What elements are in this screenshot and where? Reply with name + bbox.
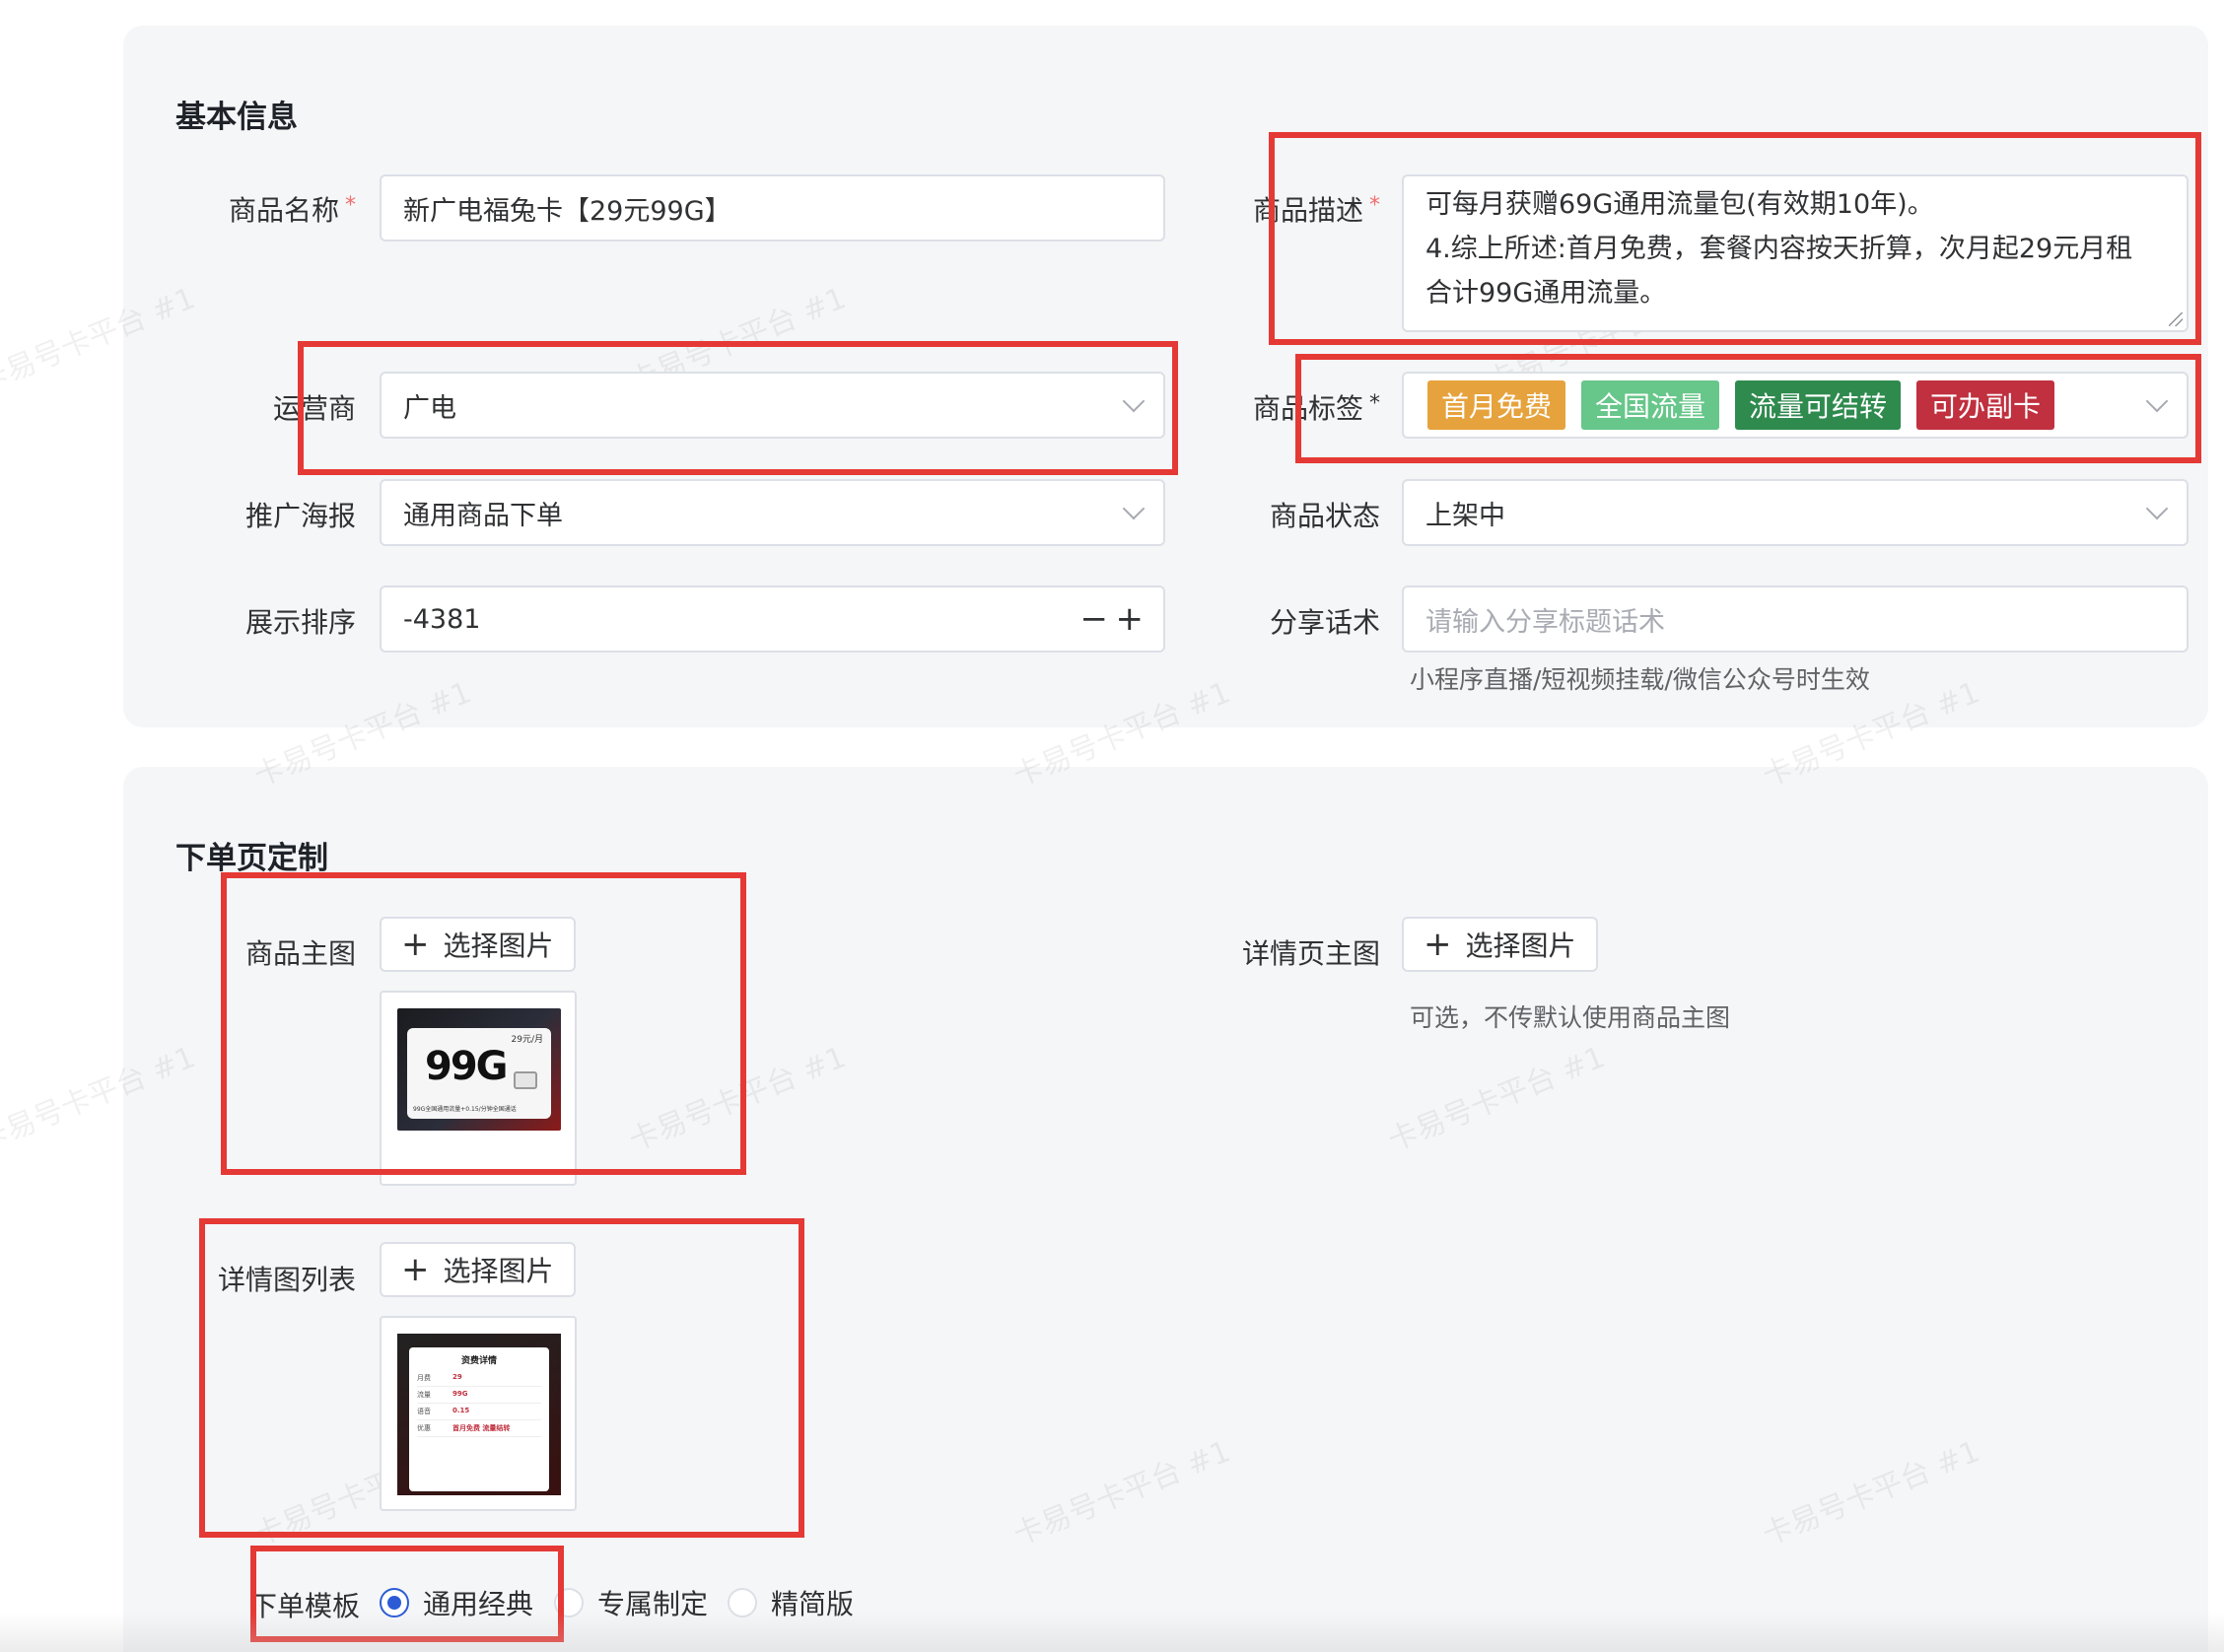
desc-line: 合计99G通用流量。 — [1425, 278, 1667, 309]
order-page-card — [123, 767, 2208, 1652]
sort-value: -4381 — [403, 603, 481, 635]
product-tag: 可办副卡 — [1916, 380, 2055, 430]
poster-label: 推广海报 — [244, 500, 356, 532]
product-tags-label-text: 商品标签 — [1252, 392, 1363, 425]
status-value: 上架中 — [1425, 500, 1505, 531]
sim-footer: 99G全国通用流量+0.15/分钟全国通话 — [413, 1106, 517, 1113]
product-name-label: 商品名称 * — [229, 189, 356, 229]
share-placeholder: 请输入分享标题话术 — [1425, 606, 1665, 638]
poster-select[interactable]: 通用商品下单 — [380, 479, 1165, 546]
bottom-fade — [0, 1613, 2224, 1652]
detail-image: 资费详情 月费 29 流量 99G 语音 0.15 优惠 首月免费 流量结转 — [397, 1334, 561, 1495]
chevron-down-icon — [1122, 389, 1146, 413]
status-select[interactable]: 上架中 — [1402, 479, 2189, 546]
product-tags-label: 商品标签 * — [1253, 387, 1380, 427]
required-mark: * — [1369, 193, 1380, 218]
select-image-label: 选择图片 — [443, 929, 554, 962]
section-title-order: 下单页定制 — [175, 841, 328, 876]
detail-row-key: 优惠 — [417, 1424, 431, 1432]
share-hint: 小程序直播/短视频挂载/微信公众号时生效 — [1410, 665, 1870, 694]
desc-line: 4.综上所述:首月免费，套餐内容按天折算，次月起29元月租 — [1425, 234, 2133, 264]
sim-card-image: 99G 29元/月 99G全国通用流量+0.15/分钟全国通话 — [397, 1008, 561, 1131]
detail-title: 资费详情 — [460, 1356, 497, 1366]
desc-line: 可每月获赠69G通用流量包(有效期10年)。 — [1425, 189, 1934, 220]
sim-headline: 99G — [425, 1044, 508, 1089]
detail-row-key: 流量 — [417, 1391, 431, 1399]
product-name-label-text: 商品名称 — [228, 194, 339, 227]
resize-handle-icon[interactable] — [2169, 312, 2183, 326]
detail-list-label: 详情图列表 — [217, 1264, 356, 1296]
detail-list-thumbnail[interactable]: 资费详情 月费 29 流量 99G 语音 0.15 优惠 首月免费 流量结转 — [380, 1316, 577, 1511]
detail-row-value: 首月免费 流量结转 — [452, 1424, 511, 1432]
detail-rows: 月费 29 流量 99G 语音 0.15 优惠 首月免费 流量结转 — [417, 1370, 541, 1437]
detail-row: 语音 0.15 — [417, 1404, 541, 1420]
operator-label: 运营商 — [272, 392, 356, 425]
sim-price: 29元/月 — [511, 1035, 544, 1045]
select-detail-main-image-button[interactable]: + 选择图片 — [1402, 917, 1598, 972]
product-name-value: 新广电福兔卡【29元99G】 — [403, 195, 731, 227]
sort-label: 展示排序 — [244, 606, 356, 639]
detail-row-key: 语音 — [417, 1408, 431, 1415]
plus-icon: + — [1424, 925, 1452, 964]
product-desc-label: 商品描述 * — [1253, 189, 1380, 229]
required-mark: * — [345, 193, 356, 218]
plus-icon: + — [401, 1250, 430, 1289]
main-image-label: 商品主图 — [244, 937, 356, 970]
detail-main-image-hint: 可选，不传默认使用商品主图 — [1410, 1003, 1731, 1032]
select-main-image-button[interactable]: + 选择图片 — [380, 917, 576, 972]
product-tag: 全国流量 — [1581, 380, 1720, 430]
sim-chip-icon — [514, 1071, 537, 1089]
product-tag: 流量可结转 — [1735, 380, 1902, 430]
detail-card: 资费详情 月费 29 流量 99G 语音 0.15 优惠 首月免费 流量结转 — [409, 1347, 549, 1491]
select-detail-list-button[interactable]: + 选择图片 — [380, 1242, 576, 1297]
detail-row-value: 29 — [452, 1373, 462, 1381]
product-name-input[interactable]: 新广电福兔卡【29元99G】 — [380, 174, 1165, 241]
operator-value: 广电 — [403, 392, 456, 424]
detail-row-key: 月费 — [417, 1374, 431, 1382]
sort-number-input[interactable]: -4381 − + — [380, 585, 1165, 653]
sim-card-face: 99G 29元/月 99G全国通用流量+0.15/分钟全国通话 — [407, 1028, 551, 1119]
detail-row-value: 0.15 — [452, 1407, 470, 1414]
share-label: 分享话术 — [1269, 606, 1380, 639]
status-label: 商品状态 — [1269, 500, 1380, 532]
product-tags-select[interactable]: 首月免费 全国流量 流量可结转 可办副卡 — [1402, 372, 2189, 439]
main-image-thumbnail[interactable]: 99G 29元/月 99G全国通用流量+0.15/分钟全国通话 — [380, 991, 577, 1186]
chevron-down-icon — [2145, 497, 2169, 520]
required-mark: * — [1369, 391, 1380, 416]
select-image-label: 选择图片 — [1465, 929, 1576, 962]
product-desc-textarea[interactable]: 可每月获赠69G通用流量包(有效期10年)。 4.综上所述:首月免费，套餐内容按… — [1402, 174, 2189, 332]
detail-main-image-label: 详情页主图 — [1241, 937, 1380, 970]
operator-select[interactable]: 广电 — [380, 372, 1165, 439]
increment-icon[interactable]: + — [1116, 599, 1145, 639]
plus-icon: + — [401, 925, 430, 964]
detail-row: 流量 99G — [417, 1387, 541, 1404]
section-title-basic: 基本信息 — [175, 100, 298, 135]
decrement-icon[interactable]: − — [1080, 599, 1109, 639]
detail-row: 优惠 首月免费 流量结转 — [417, 1420, 541, 1437]
product-desc-label-text: 商品描述 — [1252, 194, 1363, 227]
share-input[interactable]: 请输入分享标题话术 — [1402, 585, 2189, 653]
select-image-label: 选择图片 — [443, 1255, 554, 1287]
product-tag: 首月免费 — [1427, 380, 1566, 430]
chevron-down-icon — [2145, 389, 2169, 413]
detail-row: 月费 29 — [417, 1370, 541, 1387]
chevron-down-icon — [1122, 497, 1146, 520]
detail-row-value: 99G — [452, 1390, 468, 1398]
poster-value: 通用商品下单 — [403, 500, 563, 531]
